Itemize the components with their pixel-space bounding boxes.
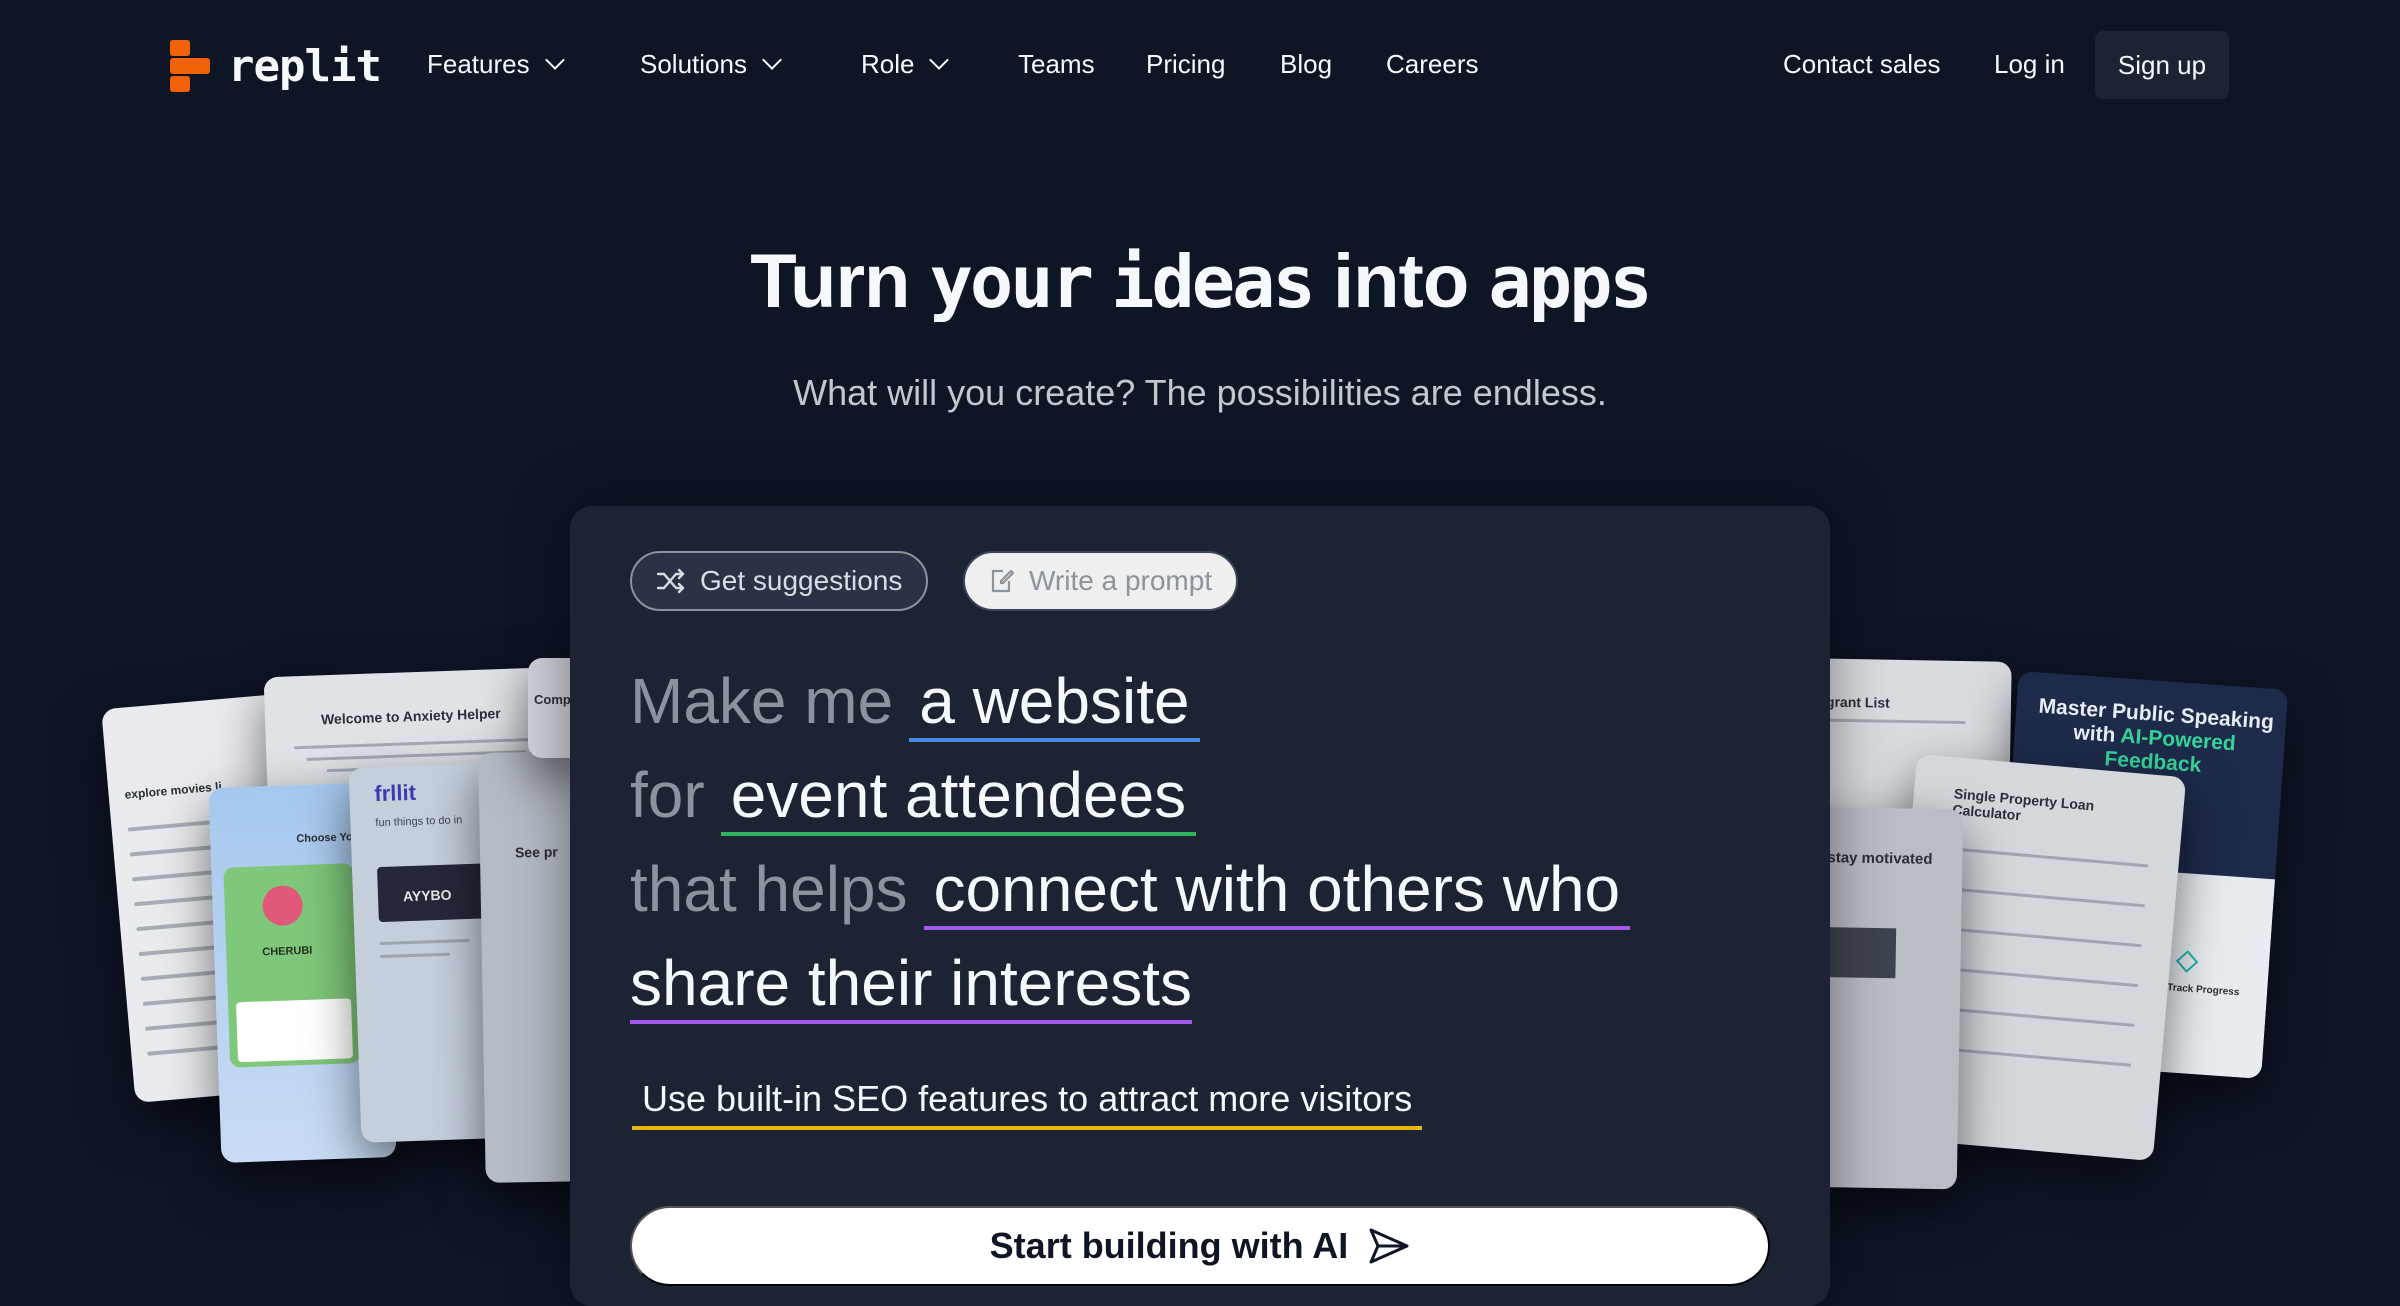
- chevron-down-icon: [929, 50, 950, 70]
- prompt-prefix: Make me: [630, 665, 894, 737]
- card-title: Welcome to Anxiety Helper: [320, 705, 501, 728]
- start-building-button[interactable]: Start building with AI: [630, 1206, 1770, 1286]
- prompt-prefix: that helps: [630, 853, 908, 925]
- logo-text: replit: [228, 40, 382, 92]
- prompt-goal[interactable]: connect with others who: [923, 852, 1631, 930]
- prompt-line-3: that helps connect with others who: [630, 852, 1631, 930]
- start-building-label: Start building with AI: [989, 1225, 1349, 1266]
- contact-sales-link[interactable]: Contact sales: [1783, 44, 1941, 84]
- hero-title-word: apps: [1488, 240, 1652, 324]
- nav-role[interactable]: Role: [861, 44, 950, 84]
- edit-icon: [991, 569, 1015, 593]
- chevron-down-icon: [762, 50, 782, 70]
- prompt-panel: Get suggestions Write a prompt Make me a…: [570, 506, 1830, 1306]
- prompt-audience[interactable]: event attendees: [720, 758, 1197, 836]
- card-title: grant List: [1825, 693, 1890, 711]
- hero-subtitle: What will you create? The possibilities …: [793, 372, 1607, 413]
- replit-logo-icon: [170, 40, 214, 92]
- hero-title-word: your: [929, 240, 1094, 324]
- hero-title-word: ideas: [1111, 240, 1316, 324]
- hero-title: Turn your ideas into apps: [0, 238, 2400, 325]
- nav-solutions[interactable]: Solutions: [640, 44, 782, 84]
- prompt-line-1: Make me a website: [630, 664, 1200, 742]
- nav-role-label: Role: [861, 48, 915, 79]
- prompt-line-4: share their interests: [630, 946, 1193, 1024]
- send-icon: [1369, 1228, 1409, 1264]
- log-in-link[interactable]: Log in: [1994, 44, 2065, 84]
- get-suggestions-tab[interactable]: Get suggestions: [630, 551, 929, 611]
- card-title: Comp: [534, 692, 571, 707]
- prompt-line-2: for event attendees: [630, 758, 1197, 836]
- card-title: Single Property Loan Calculator: [1951, 785, 2095, 824]
- nav-careers[interactable]: Careers: [1386, 44, 1478, 84]
- nav-teams[interactable]: Teams: [1018, 44, 1095, 84]
- card-title: stay motivated: [1827, 849, 1933, 868]
- hero-title-word: into: [1332, 239, 1469, 324]
- top-nav: replit Features Solutions Role Teams Pri…: [0, 0, 2400, 130]
- nav-blog[interactable]: Blog: [1280, 44, 1332, 84]
- card-subtitle: CHERUBI: [262, 944, 313, 959]
- card-title: See pr: [514, 843, 558, 861]
- card-event: AYYBO: [402, 886, 452, 905]
- prompt-prefix: for: [630, 759, 705, 831]
- get-suggestions-label: Get suggestions: [700, 565, 903, 596]
- prompt-app-type[interactable]: a website: [909, 664, 1200, 742]
- card-subtitle: fun things to do in: [375, 814, 463, 830]
- card-title: explore movies li: [124, 779, 223, 802]
- replit-logo[interactable]: replit: [170, 38, 382, 94]
- nav-features-label: Features: [427, 48, 530, 79]
- chevron-down-icon: [544, 50, 565, 70]
- nav-solutions-label: Solutions: [640, 48, 747, 79]
- nav-pricing[interactable]: Pricing: [1146, 44, 1225, 84]
- card-title: frllit: [373, 779, 417, 807]
- write-prompt-tab[interactable]: Write a prompt: [963, 551, 1239, 611]
- sign-up-button[interactable]: Sign up: [2095, 31, 2229, 99]
- prompt-goal-continued[interactable]: share their interests: [630, 946, 1193, 1024]
- shuffle-icon: [656, 568, 685, 594]
- hero-title-word: Turn: [750, 239, 910, 324]
- nav-features[interactable]: Features: [427, 44, 565, 84]
- write-prompt-label: Write a prompt: [1029, 565, 1213, 596]
- prompt-feature[interactable]: Use built-in SEO features to attract mor…: [632, 1078, 1423, 1130]
